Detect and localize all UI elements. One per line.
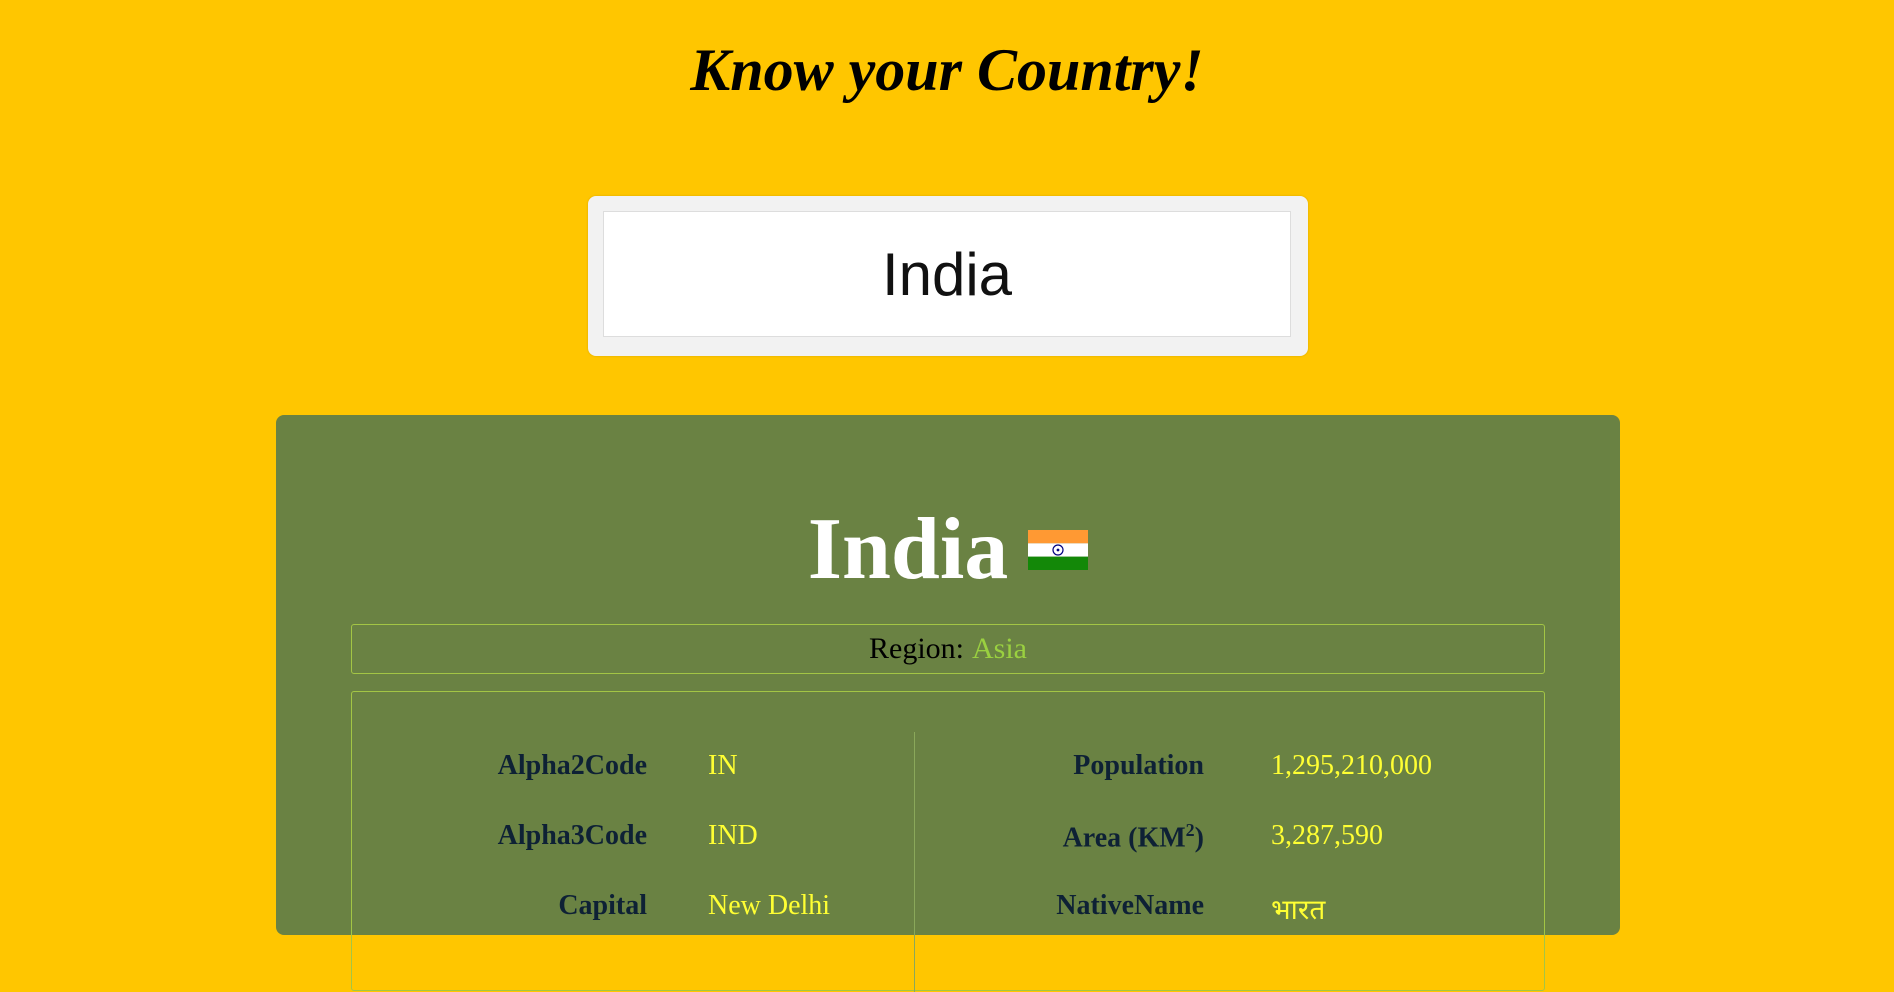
country-header: India	[276, 495, 1620, 605]
details-panel: Alpha2Code IN Alpha3Code IND Capital New…	[351, 691, 1545, 992]
detail-value: IN	[708, 750, 738, 781]
region-bar: Region: Asia	[351, 624, 1545, 674]
detail-value: IND	[708, 820, 758, 851]
area-label-suffix: )	[1194, 822, 1204, 854]
detail-label: Population	[1073, 750, 1204, 781]
detail-value: भारत	[1271, 895, 1326, 926]
detail-row-capital: Capital New Delhi	[352, 890, 914, 930]
detail-row-alpha3code: Alpha3Code IND	[352, 820, 914, 860]
search-container	[588, 196, 1308, 356]
detail-label: Alpha2Code	[497, 750, 647, 781]
detail-row-nativename: NativeName भारत	[915, 890, 1545, 930]
country-name: India	[807, 501, 1009, 598]
detail-row-area: Area (KM2) 3,287,590	[915, 820, 1545, 860]
detail-label: Capital	[558, 890, 647, 921]
detail-value: 3,287,590	[1271, 820, 1383, 851]
country-search-input[interactable]	[603, 211, 1291, 337]
detail-label: Alpha3Code	[497, 820, 647, 851]
region-label: Region:	[869, 632, 964, 665]
detail-row-population: Population 1,295,210,000	[915, 750, 1545, 790]
detail-row-alpha2code: Alpha2Code IN	[352, 750, 914, 790]
detail-label-area: Area (KM2)	[974, 820, 1204, 854]
area-label-text: Area (KM	[1062, 822, 1186, 854]
area-label-superscript: 2	[1185, 820, 1195, 840]
india-flag-icon	[1028, 530, 1089, 570]
detail-value: New Delhi	[708, 890, 831, 921]
detail-label: NativeName	[1056, 890, 1204, 921]
detail-value: 1,295,210,000	[1271, 750, 1432, 781]
page-title: Know your Country!	[690, 37, 1204, 103]
region-value: Asia	[972, 632, 1027, 665]
country-card: India Region: Asia Alpha2Code IN Alpha3C…	[276, 415, 1620, 992]
